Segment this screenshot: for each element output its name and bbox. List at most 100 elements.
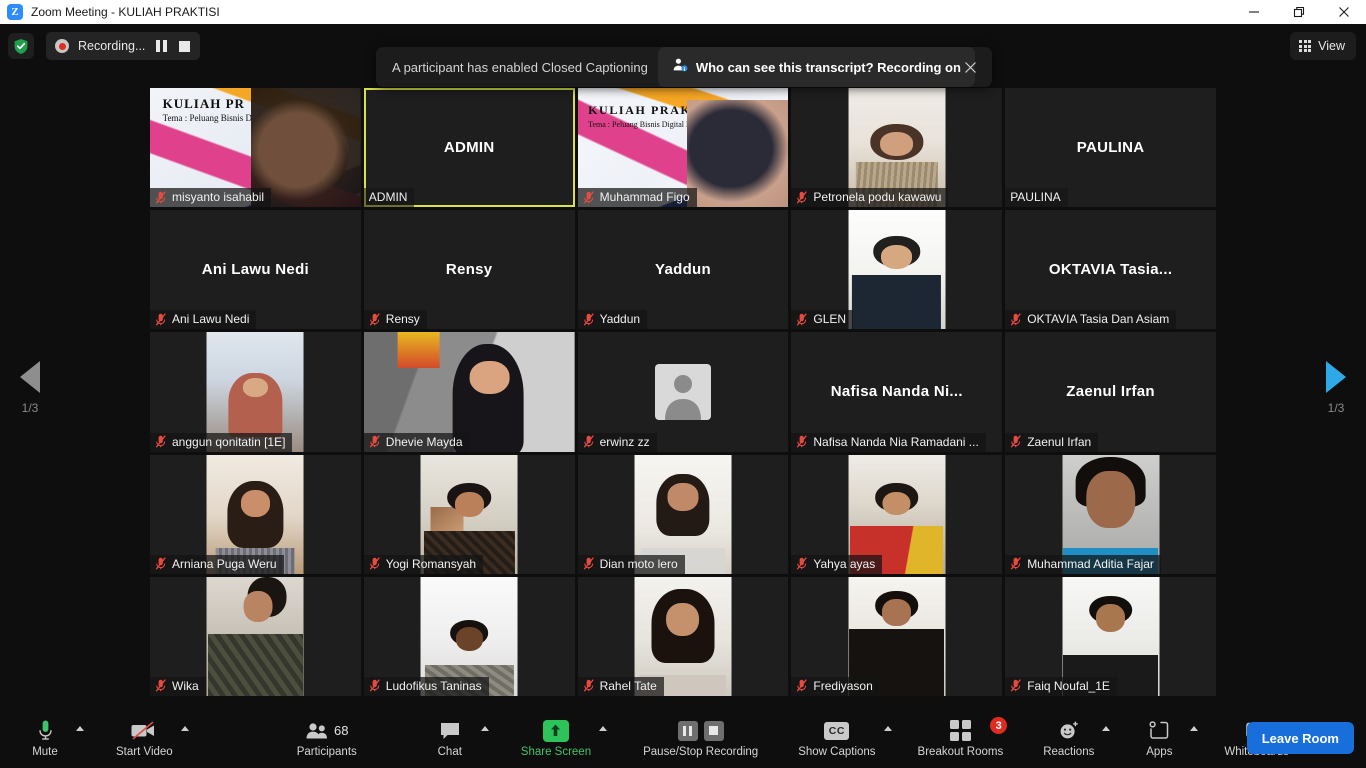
chat-bubble-icon — [439, 719, 461, 743]
close-icon[interactable] — [1321, 0, 1366, 24]
share-screen-button[interactable]: Share Screen — [515, 708, 597, 768]
mic-off-icon — [155, 557, 166, 570]
minimize-icon[interactable] — [1231, 0, 1276, 24]
leave-room-button[interactable]: Leave Room — [1246, 722, 1354, 754]
participant-tile[interactable]: Muhammad Aditia Fajar — [1005, 454, 1216, 574]
video-options-caret[interactable] — [179, 708, 193, 768]
stop-recording-icon[interactable] — [703, 720, 724, 741]
participant-tile[interactable]: PAULINA PAULINA — [1005, 88, 1216, 208]
participant-name-label: Frediyason — [813, 678, 873, 693]
close-icon[interactable] — [960, 47, 980, 87]
zoom-logo-icon: Z — [7, 4, 23, 20]
who-can-see-transcript-label: Who can see this transcript? Recording o… — [695, 59, 961, 75]
participant-tile[interactable]: Zaenul Irfan Zaenul Irfan — [1005, 332, 1216, 452]
participant-name-label: Zaenul Irfan — [1027, 434, 1092, 449]
page-indicator-left: 1/3 — [21, 401, 39, 415]
audio-options-caret[interactable] — [74, 708, 88, 768]
reactions-options-caret[interactable] — [1100, 708, 1114, 768]
default-avatar-icon — [654, 363, 711, 420]
participant-nameplate: Wika — [150, 676, 206, 696]
participant-tile[interactable]: OKTAVIA Tasia... OKTAVIA Tasia Dan Asiam — [1005, 210, 1216, 330]
recording-indicator: Recording... — [46, 32, 201, 60]
participant-tile[interactable]: erwinz zz — [577, 332, 789, 452]
participant-tile[interactable]: Arniana Puga Weru — [150, 454, 361, 574]
participant-nameplate: Rahel Tate — [577, 676, 664, 696]
show-captions-label: Show Captions — [798, 745, 876, 758]
breakout-rooms-button[interactable]: 3 Breakout Rooms — [912, 708, 1010, 768]
participants-label: Participants — [296, 745, 357, 758]
participant-tile[interactable]: KULIAH PR Tema : Peluang Bisnis D misyan… — [150, 88, 361, 208]
previous-page-button[interactable]: 1/3 — [0, 68, 60, 708]
participant-display-name: Zaenul Irfan — [1066, 383, 1155, 401]
participant-tile[interactable]: Rahel Tate — [577, 576, 789, 696]
participant-tile[interactable]: Yogi Romansyah — [363, 454, 575, 574]
mic-off-icon — [369, 435, 380, 448]
captions-options-caret[interactable] — [882, 708, 896, 768]
share-screen-icon — [542, 719, 569, 743]
participant-tile[interactable]: Petronela podu kawawu — [791, 88, 1003, 208]
apps-button[interactable]: Apps — [1130, 708, 1188, 768]
participant-tile[interactable]: Rensy Rensy — [363, 210, 575, 330]
participant-tile[interactable]: Yahya ayas — [791, 454, 1003, 574]
video-gallery-stage: 1/3 KULIAH PR Tema : Peluang Bisnis D mi… — [0, 68, 1366, 708]
participant-tile[interactable]: Yaddun Yaddun — [577, 210, 789, 330]
pause-stop-recording-button[interactable]: Pause/Stop Recording — [637, 708, 764, 768]
participant-name-label: Rensy — [385, 312, 420, 327]
participant-tile[interactable]: ADMIN ADMIN — [363, 88, 575, 208]
participants-button[interactable]: 68 Participants — [291, 708, 363, 768]
participant-tile[interactable]: Faiq Noufal_1E — [1005, 576, 1216, 696]
mic-off-icon — [155, 435, 166, 448]
participant-nameplate: Arniana Puga Weru — [150, 554, 284, 574]
mic-off-icon — [155, 679, 166, 693]
participant-nameplate: Ani Lawu Nedi — [150, 310, 257, 330]
participant-nameplate: Yogi Romansyah — [363, 554, 484, 574]
participant-display-name: Ani Lawu Nedi — [201, 261, 310, 279]
record-dot-icon — [55, 39, 69, 53]
participant-tile[interactable]: Frediyason — [791, 576, 1003, 696]
stop-recording-icon[interactable] — [177, 40, 191, 52]
pause-recording-icon[interactable] — [677, 720, 698, 741]
closed-caption-toast: A participant has enabled Closed Caption… — [376, 47, 992, 87]
participant-tile[interactable]: GLEN — [791, 210, 1003, 330]
mute-button[interactable]: Mute — [16, 708, 74, 768]
window-titlebar: Z Zoom Meeting - KULIAH PRAKTISI — [0, 0, 1366, 24]
participant-display-name: Rensy — [445, 261, 493, 279]
view-button[interactable]: View — [1290, 32, 1356, 60]
participant-nameplate: Ludofikus Taninas — [363, 676, 489, 696]
participant-name-label: Petronela podu kawawu — [813, 190, 942, 205]
participant-tile[interactable]: Ludofikus Taninas — [363, 576, 575, 696]
breakout-rooms-label: Breakout Rooms — [917, 745, 1004, 758]
mic-off-icon — [1010, 679, 1022, 693]
participant-name-label: anggun qonitatin [1E] — [172, 434, 286, 449]
start-video-button[interactable]: Start Video — [110, 708, 179, 768]
meeting-toolbar: Mute Start Video 68 Participants Chat Sh… — [0, 708, 1366, 768]
participant-nameplate: GLEN — [791, 310, 854, 330]
reactions-button[interactable]: Reactions — [1037, 708, 1100, 768]
participant-tile[interactable]: Dhevie Mayda — [363, 332, 575, 452]
participant-tile[interactable]: anggun qonitatin [1E] — [150, 332, 361, 452]
participant-tile[interactable]: Ani Lawu Nedi Ani Lawu Nedi — [150, 210, 361, 330]
mic-off-icon — [583, 190, 594, 204]
chat-options-caret[interactable] — [479, 708, 493, 768]
apps-options-caret[interactable] — [1188, 708, 1202, 768]
shield-check-icon[interactable] — [8, 33, 34, 59]
participant-name-label: Muhammad Aditia Fajar — [1027, 556, 1154, 571]
participant-tile[interactable]: KULIAH PRAKTISI Tema : Peluang Bisnis Di… — [577, 88, 789, 208]
chat-label: Chat — [437, 745, 462, 758]
share-options-caret[interactable] — [597, 708, 611, 768]
pause-recording-icon[interactable] — [154, 40, 168, 52]
chat-button[interactable]: Chat — [421, 708, 479, 768]
participant-name-label: OKTAVIA Tasia Dan Asiam — [1027, 312, 1170, 327]
start-video-label: Start Video — [116, 745, 173, 758]
restore-icon[interactable] — [1276, 0, 1321, 24]
who-can-see-transcript-link[interactable]: Who can see this transcript? Recording o… — [657, 47, 975, 87]
reactions-label: Reactions — [1043, 745, 1095, 758]
participant-tile[interactable]: Nafisa Nanda Ni... Nafisa Nanda Nia Ramad… — [791, 332, 1003, 452]
participant-tile[interactable]: Wika — [150, 576, 361, 696]
grid-icon — [1299, 40, 1312, 52]
participant-tile[interactable]: Dian moto lero — [577, 454, 789, 574]
next-page-button[interactable]: 1/3 — [1306, 68, 1366, 708]
participant-nameplate: Petronela podu kawawu — [791, 188, 949, 208]
participant-name-label: Nafisa Nanda Nia Ramadani ... — [813, 434, 979, 449]
show-captions-button[interactable]: CC Show Captions — [792, 708, 881, 768]
